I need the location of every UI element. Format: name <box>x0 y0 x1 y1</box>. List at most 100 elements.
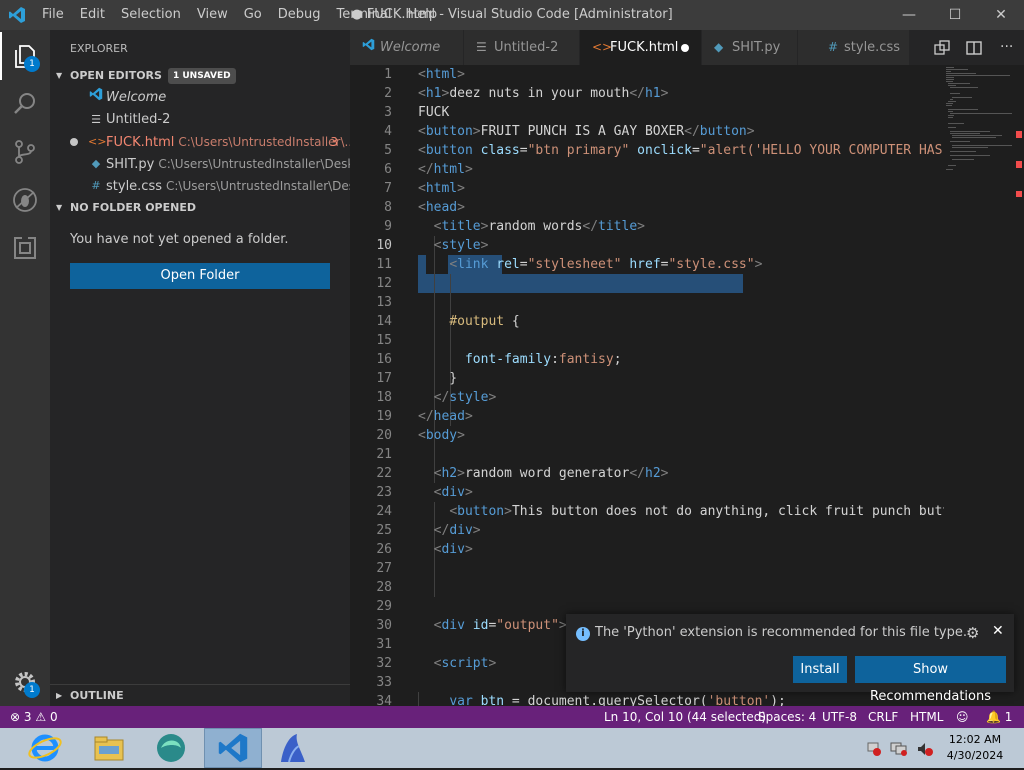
line-number[interactable]: 1 <box>352 65 392 84</box>
line-number[interactable]: 15 <box>352 331 392 350</box>
code-line[interactable]: <head> <box>418 198 465 217</box>
close-icon[interactable]: ✕ <box>992 623 1004 639</box>
line-number[interactable]: 13 <box>352 293 392 312</box>
action-center-flag-icon[interactable] <box>866 741 882 761</box>
file-explorer-icon[interactable] <box>80 728 138 768</box>
code-line[interactable]: <link rel="stylesheet" href="style.css"> <box>418 255 762 274</box>
line-number[interactable]: 26 <box>352 540 392 559</box>
code-line[interactable]: <div> <box>418 540 473 559</box>
code-line[interactable]: <style> <box>418 236 489 255</box>
minimap[interactable] <box>944 65 1014 195</box>
open-editor-style-css[interactable]: # style.css C:\Users\UntrustedInstaller\D… <box>50 175 350 197</box>
line-number[interactable]: 5 <box>352 141 392 160</box>
cursor-position[interactable]: Ln 10, Col 10 (44 selected) <box>604 706 766 728</box>
open-editor-shit-py[interactable]: ◆ SHIT.py C:\Users\UntrustedInstaller\Des… <box>50 153 350 175</box>
code-area[interactable]: <html> <h1>deez nuts in your mouth</h1> FU… <box>418 65 944 706</box>
no-folder-header[interactable]: ▼ NO FOLDER OPENED <box>50 197 350 219</box>
line-number[interactable]: 8 <box>352 198 392 217</box>
line-number[interactable]: 34 <box>352 692 392 706</box>
app-orb-icon[interactable] <box>142 728 200 768</box>
minimize-button[interactable]: — <box>886 0 932 30</box>
gear-icon[interactable]: ⚙ <box>966 624 979 642</box>
debug-activity[interactable] <box>0 176 50 224</box>
menu-view[interactable]: View <box>189 0 236 30</box>
menu-help[interactable]: Help <box>399 0 445 30</box>
line-number[interactable]: 25 <box>352 521 392 540</box>
unsaved-dot-icon[interactable] <box>681 44 689 52</box>
menu-terminal[interactable]: Terminal <box>329 0 400 30</box>
line-number[interactable]: 32 <box>352 654 392 673</box>
feedback-smiley-icon[interactable]: ☺ <box>956 706 969 728</box>
maximize-button[interactable]: ☐ <box>932 0 978 30</box>
editor-scrollbar[interactable] <box>1014 65 1024 706</box>
code-line[interactable]: <script> <box>418 654 497 673</box>
code-line[interactable]: <button class="btn primary" onclick="ale… <box>418 141 942 160</box>
tab-shit-py[interactable]: ◆ SHIT.py <box>702 30 798 65</box>
open-editor-fuck-html[interactable]: <> FUCK.html C:\Users\UntrustedInstaller\… <box>50 131 350 153</box>
search-activity[interactable] <box>0 80 50 128</box>
tab-untitled-2[interactable]: ☰ Untitled-2 <box>464 30 580 65</box>
line-number[interactable]: 14 <box>352 312 392 331</box>
code-line[interactable]: #output { <box>418 312 519 331</box>
menu-edit[interactable]: Edit <box>72 0 113 30</box>
line-number[interactable]: 4 <box>352 122 392 141</box>
line-number[interactable]: 3 <box>352 103 392 122</box>
tab-style-css[interactable]: # style.css <box>798 30 910 65</box>
open-changes-icon[interactable] <box>934 30 950 65</box>
line-number[interactable]: 20 <box>352 426 392 445</box>
open-editor-untitled-2[interactable]: ☰ Untitled-2 <box>50 109 350 131</box>
tab-fuck-html[interactable]: <> FUCK.html <box>580 30 702 65</box>
line-number[interactable]: 11 <box>352 255 392 274</box>
code-line[interactable]: <body> <box>418 426 465 445</box>
line-number[interactable]: 18 <box>352 388 392 407</box>
line-number[interactable]: 29 <box>352 597 392 616</box>
menu-file[interactable]: File <box>34 0 72 30</box>
explorer-activity[interactable]: 1 <box>0 32 50 80</box>
network-icon[interactable] <box>890 741 908 761</box>
line-number[interactable]: 33 <box>352 673 392 692</box>
line-number[interactable]: 31 <box>352 635 392 654</box>
taskbar-clock[interactable]: 12:02 AM 4/30/2024 <box>940 732 1010 764</box>
code-line[interactable]: </div> <box>418 521 481 540</box>
line-number[interactable]: 19 <box>352 407 392 426</box>
line-number[interactable]: 22 <box>352 464 392 483</box>
shark-app-icon[interactable] <box>264 728 322 768</box>
line-number[interactable]: 16 <box>352 350 392 369</box>
problems-status[interactable]: ⊗ 3 ⚠ 0 <box>10 706 58 728</box>
line-number[interactable]: 27 <box>352 559 392 578</box>
code-line[interactable]: var btn = document.querySelector('button… <box>418 692 786 706</box>
code-line[interactable]: <div id="output"> <box>418 616 567 635</box>
open-editors-header[interactable]: ▼ OPEN EDITORS 1 UNSAVED <box>50 65 350 87</box>
encoding-status[interactable]: UTF-8 <box>822 706 857 728</box>
code-line[interactable]: FUCK <box>418 103 449 122</box>
notifications-status[interactable]: 🔔 1 <box>986 706 1012 728</box>
more-actions-icon[interactable]: ··· <box>1000 30 1013 65</box>
line-number[interactable]: 17 <box>352 369 392 388</box>
line-number[interactable]: 28 <box>352 578 392 597</box>
code-line[interactable]: <title>random words</title> <box>418 217 645 236</box>
close-window-button[interactable]: ✕ <box>978 0 1024 30</box>
code-line[interactable]: <html> <box>418 179 465 198</box>
line-number[interactable]: 30 <box>352 616 392 635</box>
line-number[interactable]: 23 <box>352 483 392 502</box>
outline-header[interactable]: ▶ OUTLINE <box>50 684 350 706</box>
menu-selection[interactable]: Selection <box>113 0 189 30</box>
code-line[interactable]: font-family:fantisy; <box>418 350 622 369</box>
menu-go[interactable]: Go <box>236 0 270 30</box>
vscode-taskbar-icon[interactable] <box>204 728 262 768</box>
line-number[interactable]: 7 <box>352 179 392 198</box>
install-button[interactable]: Install <box>793 656 847 683</box>
code-line[interactable]: </html> <box>418 160 473 179</box>
line-number[interactable]: 24 <box>352 502 392 521</box>
code-editor[interactable]: 1 2 3 4 5 6 7 8 9 10 11 12 13 14 15 16 17 18 19 20 21 22 23 24 2… <box>350 65 1024 706</box>
line-number[interactable]: 21 <box>352 445 392 464</box>
manage-activity[interactable]: 1 <box>0 658 50 706</box>
unsaved-dot-icon[interactable] <box>70 138 78 146</box>
internet-explorer-icon[interactable] <box>16 728 74 768</box>
code-line[interactable]: <div> <box>418 483 473 502</box>
language-mode-status[interactable]: HTML <box>910 706 943 728</box>
code-line[interactable]: <h1>deez nuts in your mouth</h1> <box>418 84 668 103</box>
code-line[interactable]: </head> <box>418 407 473 426</box>
line-number[interactable]: 2 <box>352 84 392 103</box>
source-control-activity[interactable] <box>0 128 50 176</box>
